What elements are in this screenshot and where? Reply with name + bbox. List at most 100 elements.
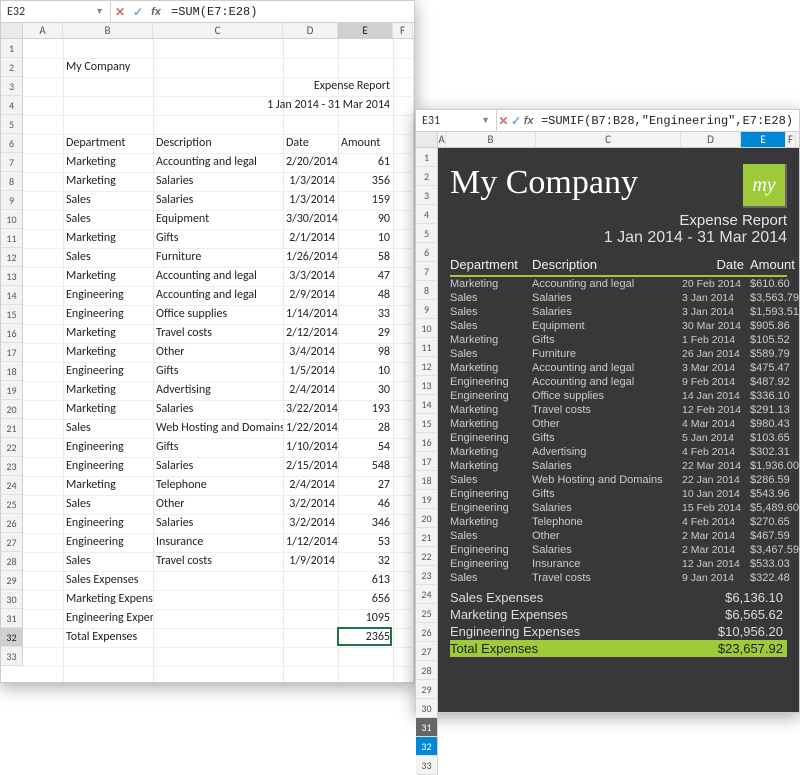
row-header[interactable]: 14 [1,286,23,305]
total-row[interactable]: Marketing Expenses$6,565.62 [450,606,787,623]
cell[interactable]: 1/26/2014 [283,248,338,267]
cell[interactable]: Salaries [153,172,283,191]
report-row[interactable]: MarketingAccounting and legal3 Mar 2014$… [450,361,787,375]
row-header[interactable]: 26 [1,514,23,533]
cell[interactable]: 3/30/2014 [283,210,338,229]
cell[interactable]: Engineering Expenses [63,609,153,628]
col-header-D[interactable]: D [283,23,338,38]
row-header[interactable]: 2 [1,58,23,77]
cell[interactable]: Office supplies [153,305,283,324]
col-header-F[interactable]: F [786,132,796,147]
cell[interactable]: Gifts [153,229,283,248]
cell[interactable]: Marketing [63,153,153,172]
row-header[interactable]: 4 [1,96,23,115]
row-header[interactable]: 7 [1,153,23,172]
row-header[interactable]: 8 [416,281,438,300]
cell[interactable]: 1/3/2014 [283,191,338,210]
cell[interactable]: 98 [338,343,393,362]
cell[interactable]: Sales [63,210,153,229]
cell[interactable]: 90 [338,210,393,229]
row-header[interactable]: 15 [416,414,438,433]
cell[interactable]: 346 [338,514,393,533]
row-header[interactable]: 11 [416,338,438,357]
col-header-C[interactable]: C [153,23,283,38]
col-header-F[interactable]: F [393,23,413,38]
cell[interactable]: Sales [63,495,153,514]
cell[interactable]: Total Expenses [63,628,153,647]
col-header-A[interactable]: A [438,132,446,147]
row-header[interactable]: 24 [416,585,438,604]
cell[interactable]: Other [153,495,283,514]
report-row[interactable]: SalesTravel costs9 Jan 2014$322.48 [450,571,787,585]
cell[interactable]: Salaries [153,191,283,210]
fx-icon[interactable]: fx [522,110,535,131]
cell[interactable]: 3/4/2014 [283,343,338,362]
row-header[interactable]: 12 [1,248,23,267]
report-row[interactable]: MarketingSalaries22 Mar 2014$1,936.00 [450,459,787,473]
cell[interactable]: Marketing [63,267,153,286]
cell[interactable]: 58 [338,248,393,267]
row-header[interactable]: 6 [1,134,23,153]
cell[interactable]: 3/3/2014 [283,267,338,286]
cell[interactable]: 47 [338,267,393,286]
row-header[interactable]: 31 [416,718,438,737]
cell[interactable]: Amount [338,134,393,153]
report-row[interactable]: MarketingAccounting and legal20 Feb 2014… [450,277,787,291]
cell[interactable]: Marketing [63,324,153,343]
check-icon[interactable]: ✓ [510,110,523,131]
row-header[interactable]: 8 [1,172,23,191]
cell[interactable]: Engineering [63,438,153,457]
cell[interactable]: 33 [338,305,393,324]
cell[interactable]: 32 [338,552,393,571]
report-row[interactable]: SalesFurniture26 Jan 2014$589.79 [450,347,787,361]
cell[interactable]: Marketing [63,229,153,248]
cell[interactable]: 2/15/2014 [283,457,338,476]
report-row[interactable]: MarketingGifts1 Feb 2014$105.52 [450,333,787,347]
chevron-down-icon[interactable]: ▼ [95,6,104,17]
row-header[interactable]: 11 [1,229,23,248]
report-row[interactable]: SalesSalaries3 Jan 2014$3,563.79 [450,291,787,305]
cell[interactable]: 1/22/2014 [283,419,338,438]
row-header[interactable]: 13 [1,267,23,286]
cell[interactable]: Engineering [63,362,153,381]
cell[interactable]: 1 Jan 2014 - 31 Mar 2014 [63,96,393,115]
cell[interactable]: 29 [338,324,393,343]
row-header[interactable]: 16 [1,324,23,343]
cell[interactable]: 1/10/2014 [283,438,338,457]
row-header[interactable]: 31 [1,609,23,628]
row-header[interactable]: 7 [416,262,438,281]
total-row[interactable]: Engineering Expenses$10,956.20 [450,623,787,640]
cell[interactable]: Gifts [153,438,283,457]
row-header[interactable]: 23 [416,566,438,585]
row-header[interactable]: 9 [416,300,438,319]
row-header[interactable]: 9 [1,191,23,210]
row-header[interactable]: 30 [1,590,23,609]
cell[interactable]: Accounting and legal [153,153,283,172]
row-header[interactable]: 6 [416,243,438,262]
row-header[interactable]: 28 [1,552,23,571]
cell[interactable]: Marketing [63,400,153,419]
cell[interactable]: Sales [63,248,153,267]
report-row[interactable]: SalesOther2 Mar 2014$467.59 [450,529,787,543]
row-header[interactable]: 24 [1,476,23,495]
row-header[interactable]: 5 [416,224,438,243]
report-row[interactable]: SalesSalaries3 Jan 2014$1,593.51 [450,305,787,319]
row-header[interactable]: 20 [1,400,23,419]
row-header[interactable]: 22 [1,438,23,457]
row-header[interactable]: 21 [416,528,438,547]
check-icon[interactable]: ✓ [129,1,147,22]
report-row[interactable]: EngineeringGifts5 Jan 2014$103.65 [450,431,787,445]
cell[interactable]: My Company [63,58,153,77]
report-row[interactable]: MarketingTravel costs12 Feb 2014$291.13 [450,403,787,417]
cell[interactable]: Advertising [153,381,283,400]
row-header[interactable]: 1 [1,39,23,58]
report-row[interactable]: MarketingAdvertising4 Feb 2014$302.31 [450,445,787,459]
report-row[interactable]: MarketingTelephone4 Feb 2014$270.65 [450,515,787,529]
row-header[interactable]: 21 [1,419,23,438]
cell[interactable]: 48 [338,286,393,305]
cell[interactable]: Accounting and legal [153,286,283,305]
cell[interactable]: Sales Expenses [63,571,153,590]
cell[interactable]: 1/3/2014 [283,172,338,191]
row-header[interactable]: 19 [1,381,23,400]
row-header[interactable]: 25 [1,495,23,514]
